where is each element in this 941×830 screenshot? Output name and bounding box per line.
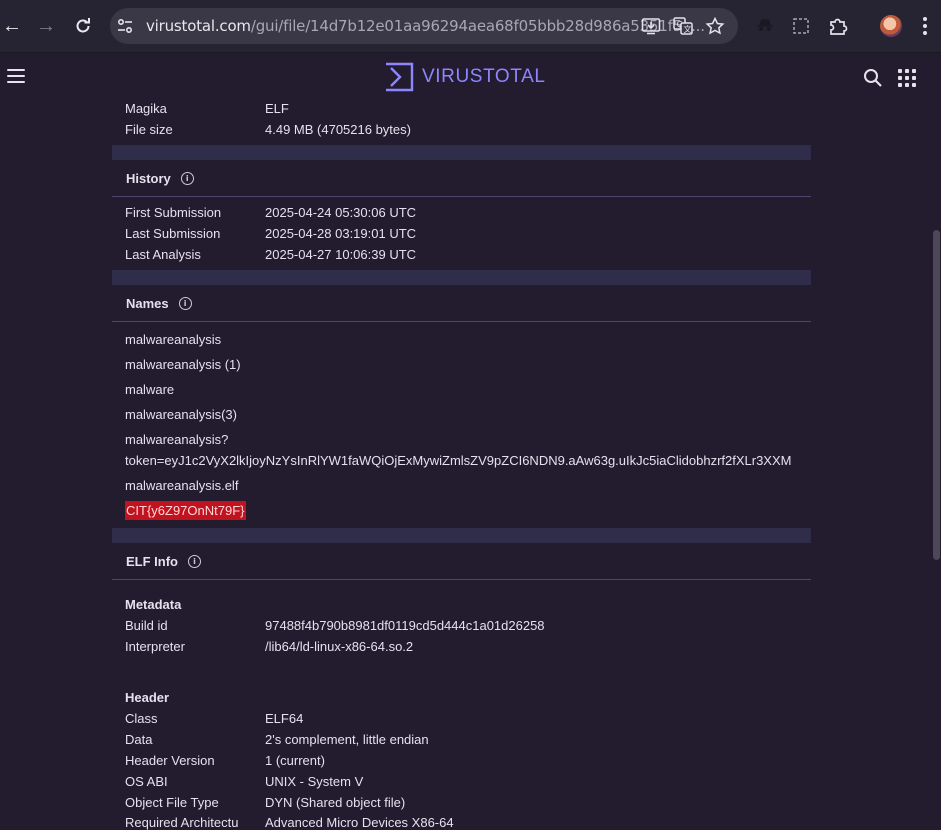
property-value: ELF: [265, 101, 289, 116]
names-title-text: Names: [126, 296, 169, 311]
page-scrollbar[interactable]: [933, 230, 940, 560]
names-section-title: Names i: [126, 296, 192, 311]
metadata-key: Build id: [125, 618, 168, 633]
elf-info-title-text: ELF Info: [126, 554, 178, 569]
highlighted-flag-text: CIT{y6Z97OnNt79F}: [125, 501, 246, 520]
bookmark-star-icon[interactable]: [705, 17, 725, 35]
back-arrow-icon[interactable]: ←: [0, 14, 24, 38]
site-header: VIRUSTOTAL: [0, 53, 941, 101]
header-key: Class: [125, 711, 158, 726]
url-path: /gui/file/14d7b12e01aa96294aea68f05bbb28…: [250, 17, 705, 35]
info-icon[interactable]: i: [188, 555, 201, 568]
address-bar[interactable]: virustotal.com/gui/file/14d7b12e01aa9629…: [110, 8, 738, 44]
history-value: 2025-04-24 05:30:06 UTC: [265, 205, 417, 220]
virustotal-logo[interactable]: VIRUSTOTAL: [384, 62, 546, 92]
history-key: Last Analysis: [125, 247, 201, 262]
apps-grid-icon[interactable]: [898, 69, 916, 87]
property-key: File size: [125, 122, 173, 137]
info-icon[interactable]: i: [178, 297, 192, 310]
forward-arrow-icon[interactable]: →: [34, 14, 58, 38]
info-icon[interactable]: i: [180, 172, 194, 185]
property-value: 4.49 MB (4705216 bytes): [265, 122, 411, 137]
header-key: Required Architectu: [125, 815, 239, 830]
search-icon[interactable]: [863, 68, 883, 88]
profile-avatar[interactable]: [880, 15, 902, 37]
url-host: virustotal.com: [146, 17, 251, 35]
metadata-key: Interpreter: [125, 639, 185, 654]
section-rule: [112, 196, 811, 197]
virustotal-sigma-icon: [386, 62, 414, 92]
metadata-heading: Metadata: [125, 597, 182, 612]
header-key: Data: [125, 732, 153, 747]
extensions-puzzle-icon[interactable]: [827, 15, 849, 37]
file-name: malwareanalysis.elf: [125, 478, 239, 493]
header-heading: Header: [125, 690, 170, 705]
file-name-highlighted: CIT{y6Z97OnNt79F}: [125, 501, 246, 520]
file-name: malwareanalysis (1): [125, 357, 241, 372]
header-value: DYN (Shared object file): [265, 795, 406, 810]
elf-info-section-title: ELF Info i: [126, 554, 201, 569]
history-section-title: History i: [126, 171, 194, 186]
file-name: malwareanalysis: [125, 332, 222, 347]
history-key: First Submission: [125, 205, 222, 220]
history-key: Last Submission: [125, 226, 221, 241]
header-value: 1 (current): [265, 753, 325, 768]
header-key: Header Version: [125, 753, 215, 768]
reload-icon[interactable]: [71, 14, 95, 38]
incognito-icon[interactable]: [754, 15, 776, 37]
section-divider: [112, 528, 811, 543]
section-divider: [112, 145, 811, 160]
logo-wordmark: VIRUSTOTAL: [422, 66, 546, 87]
section-rule: [112, 321, 811, 322]
file-name: malwareanalysis?: [125, 432, 229, 447]
svg-text:文: 文: [684, 24, 692, 34]
file-name: malwareanalysis(3): [125, 407, 237, 422]
header-value: 2's complement, little endian: [265, 732, 429, 747]
site-settings-icon[interactable]: [116, 17, 134, 35]
header-value: ELF64: [265, 711, 304, 726]
history-title-text: History: [126, 171, 171, 186]
url-text: virustotal.com/gui/file/14d7b12e01aa9629…: [146, 17, 705, 35]
browser-toolbar: ← → virustotal.com/gui/file/14d7b12e01aa…: [0, 0, 941, 53]
screenshot-icon[interactable]: [790, 15, 812, 37]
hamburger-menu-icon[interactable]: [7, 69, 25, 83]
metadata-value: /lib64/ld-linux-x86-64.so.2: [265, 639, 414, 654]
metadata-value: 97488f4b790b8981df0119cd5d444c1a01d26258: [265, 618, 545, 633]
history-value: 2025-04-28 03:19:01 UTC: [265, 226, 417, 241]
file-name: malware: [125, 382, 175, 397]
header-key: OS ABI: [125, 774, 168, 789]
header-key: Object File Type: [125, 795, 219, 810]
header-value: Advanced Micro Devices X86-64: [265, 815, 454, 830]
section-rule: [112, 579, 811, 580]
property-key: Magika: [125, 101, 167, 116]
section-divider: [112, 270, 811, 285]
translate-icon[interactable]: G 文: [673, 17, 693, 35]
install-app-icon[interactable]: [641, 17, 661, 35]
file-name-continued: token=eyJ1c2VyX2lkIjoyNzYsInRlYW1faWQiOj…: [125, 453, 792, 468]
history-value: 2025-04-27 10:06:39 UTC: [265, 247, 417, 262]
header-value: UNIX - System V: [265, 774, 364, 789]
browser-menu-icon[interactable]: [922, 17, 928, 35]
